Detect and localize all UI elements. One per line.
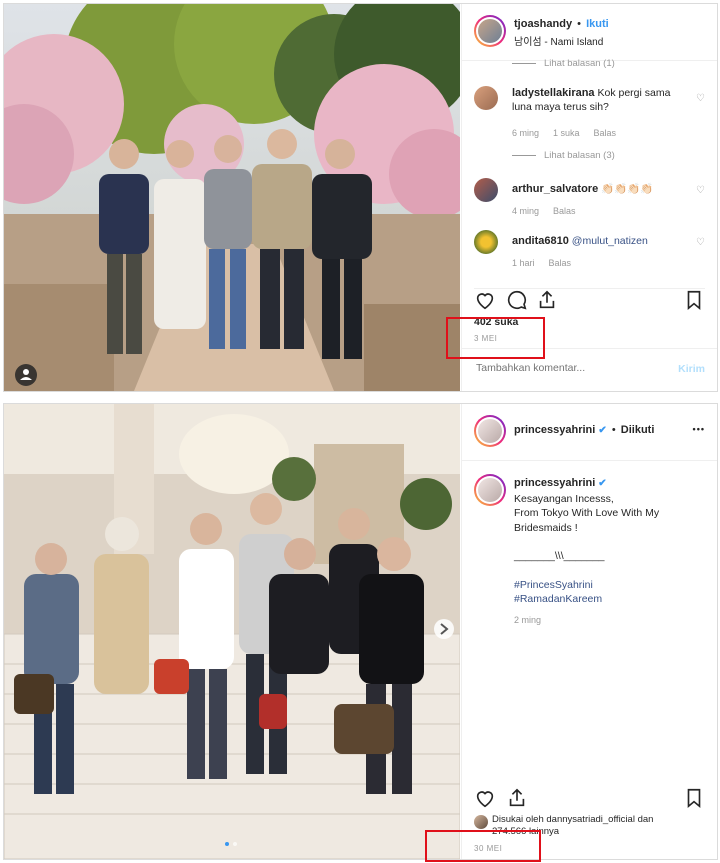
caption-time[interactable]: 2 ming [514,613,705,628]
tagged-people-icon[interactable] [15,364,37,386]
caption-line: Kesayangan Incesss, [514,492,614,505]
post-1-photo[interactable] [4,4,460,391]
avatar[interactable] [474,86,498,110]
instagram-post-1: tjoashandy • Ikuti 남이섬 - Nami Island Lih… [3,3,718,392]
group-photo-nami-island [4,4,460,391]
heart-icon[interactable] [474,787,496,809]
highlight-box [425,830,541,862]
view-replies-top[interactable]: Lihat balasan (1) [512,58,615,69]
instagram-post-2: princessyahrini ✔ • Diikuti ••• princess… [3,403,718,860]
bridesmaids-group-photo [4,404,460,859]
separator-dot: • [611,424,616,436]
avatar[interactable] [474,230,498,254]
hashtag-link[interactable]: #RamadanKareem [514,592,705,607]
comment-item: arthur_salvatore 👏🏻👏🏻👏🏻👏🏻 4 ming Balas ♡ [474,178,705,218]
highlight-box [446,317,545,359]
action-bar [474,787,705,811]
avatar[interactable] [474,415,506,447]
comment-item: andita6810 @mulut_natizen 1 hari Balas ♡ [474,230,705,270]
hashtag-link[interactable]: #PrincesSyahrini [514,578,705,593]
post-1-header: tjoashandy • Ikuti 남이섬 - Nami Island [462,4,717,61]
verified-badge-icon: ✔ [598,425,607,436]
post-2-sidebar: princessyahrini ✔ • Diikuti ••• princess… [461,404,717,859]
username[interactable]: tjoashandy [514,18,572,30]
avatar[interactable] [474,474,506,506]
comment-time[interactable]: 6 ming [512,128,539,138]
reply-button[interactable]: Balas [553,206,576,216]
liked-by-text[interactable]: Disukai oleh dannysatriadi_official dan [492,814,653,826]
caption-line: _______\\\_______ [514,550,605,562]
comment-likes[interactable]: 1 suka [553,128,580,138]
comment-icon[interactable] [506,289,528,311]
heart-icon[interactable] [474,289,496,311]
action-bar [474,288,705,313]
post-2-header: princessyahrini ✔ • Diikuti ••• [462,404,717,461]
heart-icon[interactable]: ♡ [696,184,705,198]
post-comment-button[interactable]: Kirim [678,363,705,375]
comment-input[interactable] [474,361,658,375]
comment-item: ladystellakirana Kok pergi sama luna may… [474,86,705,138]
more-options-icon[interactable]: ••• [693,424,705,434]
avatar[interactable] [474,815,488,829]
separator-dot: • [577,18,581,30]
next-photo-icon[interactable] [434,619,454,639]
follow-button[interactable]: Ikuti [586,18,609,30]
reply-button[interactable]: Balas [549,258,572,268]
bookmark-icon[interactable] [683,787,705,809]
comment-time[interactable]: 4 ming [512,206,539,216]
comment-time[interactable]: 1 hari [512,258,535,268]
share-icon[interactable] [506,787,528,809]
heart-icon[interactable]: ♡ [696,236,705,250]
heart-icon[interactable]: ♡ [696,92,705,106]
view-replies[interactable]: Lihat balasan (3) [512,150,615,161]
comment-mention[interactable]: @mulut_natizen [572,235,648,247]
reply-button[interactable]: Balas [594,128,617,138]
verified-badge-icon: ✔ [598,478,607,489]
post-2-photo[interactable] [4,404,460,859]
caption-line: From Tokyo With Love With My [514,507,660,519]
caption: princessyahrini ✔ Kesayangan Incesss, Fr… [474,474,705,625]
caption-line: Bridesmaids ! [514,521,578,534]
username[interactable]: princessyahrini [514,424,595,436]
following-button[interactable]: Diikuti [621,424,655,436]
caption-username[interactable]: princessyahrini [514,477,595,489]
avatar[interactable] [474,15,506,47]
location-link[interactable]: 남이섬 - Nami Island [514,33,603,48]
comment-username[interactable]: ladystellakirana [512,87,595,99]
comment-username[interactable]: andita6810 [512,235,569,247]
comment-text: 👏🏻👏🏻👏🏻👏🏻 [601,183,654,195]
comment-username[interactable]: arthur_salvatore [512,183,598,195]
bookmark-icon[interactable] [683,289,705,311]
share-icon[interactable] [536,289,558,311]
avatar[interactable] [474,178,498,202]
